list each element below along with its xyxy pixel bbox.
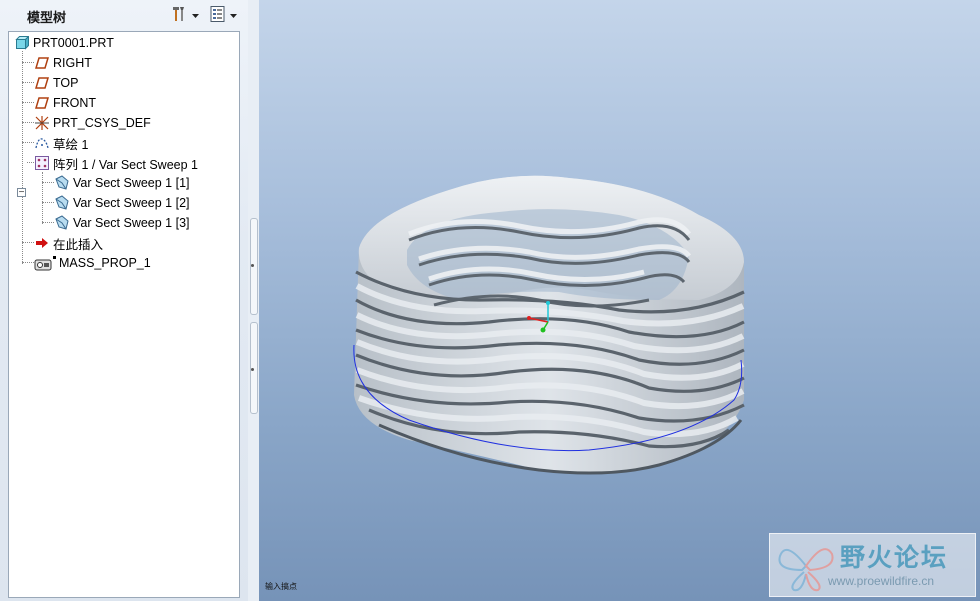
part-icon (14, 35, 30, 51)
model-tree[interactable]: − PRT0001.PRT RIGHT TOP FRONT PRT_CSYS_D… (8, 31, 240, 598)
tree-line (22, 262, 34, 263)
chevron-down-icon (230, 8, 237, 22)
tree-line (42, 202, 54, 203)
tree-item-insert-here[interactable]: 在此插入 (34, 234, 103, 252)
sweep-feature-icon (54, 175, 70, 191)
panel-title: 模型树 (27, 10, 67, 25)
tree-item-label: PRT_CSYS_DEF (53, 116, 151, 130)
tree-line (22, 62, 34, 63)
datum-plane-icon (34, 75, 50, 91)
graphics-window[interactable]: 输入搞点 (259, 0, 980, 601)
collapse-toggle[interactable]: − (17, 188, 26, 198)
tree-line (22, 102, 34, 103)
tree-item-label: 在此插入 (53, 237, 104, 252)
status-text: 输入搞点 (265, 582, 297, 591)
tree-item-pattern[interactable]: 阵列 1 / Var Sect Sweep 1 (34, 154, 198, 172)
tree-item-sweep-3[interactable]: Var Sect Sweep 1 [3] (54, 214, 190, 232)
tree-item-sweep-1[interactable]: Var Sect Sweep 1 [1] (54, 174, 190, 192)
tree-item-label: Var Sect Sweep 1 [1] (73, 176, 190, 190)
tree-item-right[interactable]: RIGHT (34, 54, 92, 72)
coordinate-system-icon (34, 115, 50, 131)
tree-item-label: 阵列 1 / Var Sect Sweep 1 (53, 157, 198, 172)
tree-line (42, 172, 43, 224)
pattern-icon (34, 155, 50, 171)
datum-plane-icon (34, 95, 50, 111)
tree-item-label: RIGHT (53, 56, 92, 70)
tree-item-front[interactable]: FRONT (34, 94, 96, 112)
tree-show-button[interactable] (209, 4, 237, 26)
tree-item-label: FRONT (53, 96, 97, 110)
forum-watermark: 野火论坛 www.proewildfire.cn (769, 533, 976, 597)
tree-item-top[interactable]: TOP (34, 74, 78, 92)
analysis-icon (34, 255, 56, 271)
tree-item-mass-prop[interactable]: MASS_PROP_1 (34, 254, 151, 272)
tree-item-csys[interactable]: PRT_CSYS_DEF (34, 114, 151, 132)
tree-line (42, 222, 54, 223)
arrow-right-icon (34, 235, 50, 251)
tree-line (22, 122, 34, 123)
tree-line (27, 162, 34, 163)
tree-line (22, 82, 34, 83)
tree-item-sketch[interactable]: 草绘 1 (34, 134, 88, 152)
tree-line (22, 142, 34, 143)
tree-item-sweep-2[interactable]: Var Sect Sweep 1 [2] (54, 194, 190, 212)
grip-dot-icon (251, 368, 254, 371)
sweep-feature-icon (54, 195, 70, 211)
tree-item-label: Var Sect Sweep 1 [3] (73, 216, 190, 230)
tree-item-root[interactable]: PRT0001.PRT (14, 34, 114, 52)
tree-line (22, 242, 34, 243)
tree-settings-button[interactable] (171, 4, 199, 26)
watermark-url: www.proewildfire.cn (828, 574, 935, 588)
watermark-title: 野火论坛 (840, 544, 949, 572)
tree-item-label: MASS_PROP_1 (59, 256, 151, 270)
tree-item-label: PRT0001.PRT (33, 36, 114, 50)
sketch-icon (34, 135, 50, 151)
show-icon (209, 5, 227, 26)
tree-line (42, 182, 54, 183)
wave-spring-model[interactable] (259, 0, 980, 601)
grip-dot-icon (251, 264, 254, 267)
tree-item-label: Var Sect Sweep 1 [2] (73, 196, 190, 210)
tree-item-label: TOP (53, 76, 79, 90)
model-tree-panel: 模型树 − PRT0001.PRT RIGHT TOP FRONT PRT_CS… (0, 0, 249, 601)
datum-plane-icon (34, 55, 50, 71)
chevron-down-icon (192, 8, 199, 22)
settings-icon (171, 5, 189, 26)
sweep-feature-icon (54, 215, 70, 231)
tree-item-label: 草绘 1 (53, 137, 89, 152)
